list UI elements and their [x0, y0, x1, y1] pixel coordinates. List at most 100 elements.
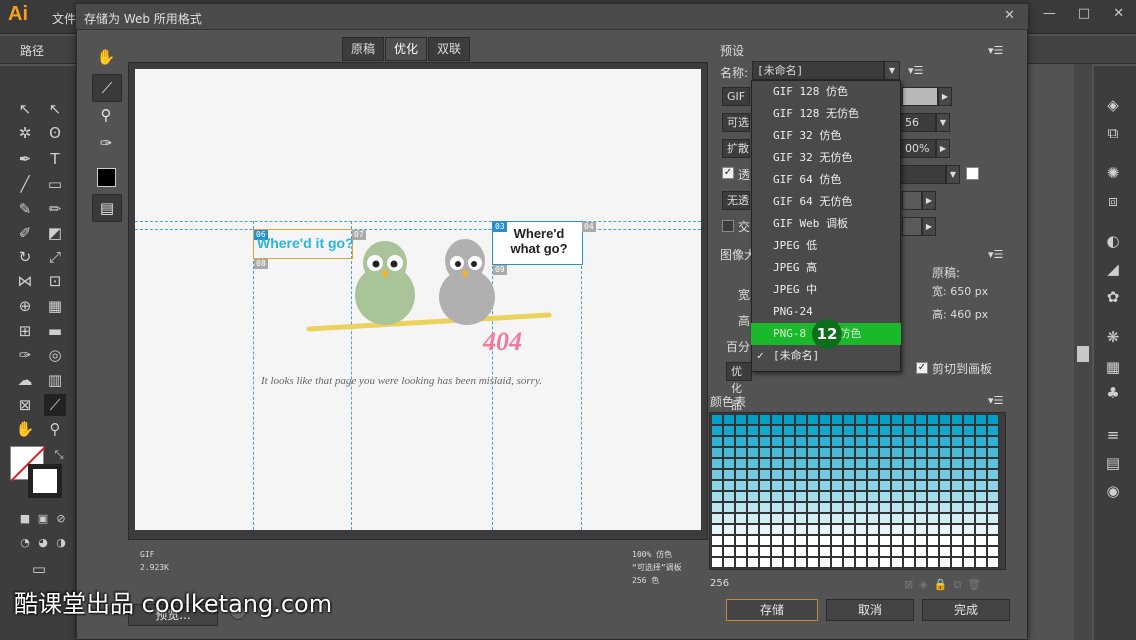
color-swatch[interactable]	[831, 436, 843, 447]
color-swatch[interactable]	[843, 535, 855, 546]
color-swatch[interactable]	[795, 513, 807, 524]
eyedropper-tool-icon[interactable]: ✑	[14, 344, 36, 366]
color-swatch[interactable]	[831, 535, 843, 546]
appearance-panel-icon[interactable]: ✺	[1102, 162, 1124, 184]
preset-option-0[interactable]: GIF 128 仿色	[751, 81, 901, 103]
color-swatch[interactable]	[975, 502, 987, 513]
stroke-swatch[interactable]	[28, 464, 62, 498]
color-swatch[interactable]	[867, 491, 879, 502]
color-swatch[interactable]	[879, 557, 891, 568]
color-swatch[interactable]	[975, 480, 987, 491]
color-swatch[interactable]	[987, 546, 999, 557]
color-swatch[interactable]	[759, 480, 771, 491]
color-swatch[interactable]	[939, 557, 951, 568]
colors-field[interactable]: 56	[900, 113, 936, 132]
color-swatch[interactable]	[891, 425, 903, 436]
color-swatch[interactable]	[807, 557, 819, 568]
color-swatch[interactable]	[951, 535, 963, 546]
color-swatch[interactable]	[879, 480, 891, 491]
color-swatch[interactable]	[759, 535, 771, 546]
zoom-tool-icon[interactable]: ⚲	[92, 102, 120, 128]
color-swatch[interactable]	[711, 502, 723, 513]
color-swatch[interactable]	[975, 436, 987, 447]
color-swatch[interactable]	[855, 414, 867, 425]
color-swatch[interactable]	[747, 546, 759, 557]
color-swatch[interactable]	[747, 480, 759, 491]
color-swatch[interactable]	[795, 480, 807, 491]
color-table-menu-icon[interactable]: ▾☰	[988, 394, 1003, 407]
color-swatch[interactable]	[915, 458, 927, 469]
color-swatch[interactable]	[855, 557, 867, 568]
color-swatch[interactable]	[819, 425, 831, 436]
color-swatch[interactable]	[879, 458, 891, 469]
color-swatch[interactable]	[987, 535, 999, 546]
color-swatch[interactable]	[831, 513, 843, 524]
color-swatch[interactable]	[939, 546, 951, 557]
color-swatch[interactable]	[963, 524, 975, 535]
color-swatch[interactable]	[759, 414, 771, 425]
color-swatch[interactable]	[711, 414, 723, 425]
blend-tool-icon[interactable]: ◎	[44, 344, 66, 366]
color-swatch[interactable]	[843, 414, 855, 425]
color-swatch[interactable]	[831, 524, 843, 535]
color-swatch[interactable]	[951, 436, 963, 447]
color-swatch[interactable]	[987, 557, 999, 568]
color-swatch[interactable]	[987, 436, 999, 447]
selection-tool-icon[interactable]: ↖	[14, 98, 36, 120]
color-swatch[interactable]	[963, 502, 975, 513]
color-swatch[interactable]	[723, 414, 735, 425]
color-swatch[interactable]	[723, 502, 735, 513]
screen-mode-icon[interactable]: ▭	[28, 558, 50, 580]
color-swatch[interactable]	[759, 491, 771, 502]
color-swatch[interactable]	[867, 502, 879, 513]
color-swatch[interactable]	[711, 535, 723, 546]
color-swatch[interactable]	[771, 480, 783, 491]
maximize-button[interactable]: □	[1067, 4, 1102, 26]
shape-builder-tool-icon[interactable]: ⊕	[14, 295, 36, 317]
color-swatch[interactable]	[939, 524, 951, 535]
color-swatch[interactable]	[867, 447, 879, 458]
slice-tool-icon[interactable]: ⟋	[44, 394, 66, 416]
color-swatch[interactable]	[987, 469, 999, 480]
preset-option-9[interactable]: JPEG 中	[751, 279, 901, 301]
type-tool-icon[interactable]: T	[44, 148, 66, 170]
color-swatch[interactable]	[723, 458, 735, 469]
color-swatch[interactable]	[747, 447, 759, 458]
color-swatch[interactable]	[903, 436, 915, 447]
color-swatch[interactable]	[963, 557, 975, 568]
color-swatch[interactable]	[903, 469, 915, 480]
color-swatch[interactable]	[819, 557, 831, 568]
color-swatch[interactable]	[783, 469, 795, 480]
color-swatch[interactable]	[771, 491, 783, 502]
color-swatch[interactable]	[927, 469, 939, 480]
rectangle-tool-icon[interactable]: ▭	[44, 173, 66, 195]
color-swatch[interactable]	[759, 557, 771, 568]
color-swatch[interactable]	[783, 535, 795, 546]
color-swatch[interactable]	[915, 524, 927, 535]
color-swatch[interactable]	[807, 491, 819, 502]
color-swatch[interactable]	[951, 447, 963, 458]
preset-option-1[interactable]: GIF 128 无仿色	[751, 103, 901, 125]
eraser-tool-icon[interactable]: ◩	[44, 222, 66, 244]
brushes-panel-icon[interactable]: ❋	[1102, 326, 1124, 348]
color-swatch[interactable]	[783, 557, 795, 568]
color-swatch[interactable]	[927, 480, 939, 491]
preset-dropdown-arrow-icon[interactable]: ▼	[884, 61, 900, 80]
color-swatch[interactable]	[915, 546, 927, 557]
color-swatch[interactable]	[747, 414, 759, 425]
color-swatch[interactable]	[831, 425, 843, 436]
color-swatch[interactable]	[711, 436, 723, 447]
color-swatch[interactable]	[831, 502, 843, 513]
color-swatch[interactable]	[819, 524, 831, 535]
color-swatch[interactable]	[987, 502, 999, 513]
color-swatch[interactable]	[915, 469, 927, 480]
color-swatch[interactable]	[939, 458, 951, 469]
color-swatch[interactable]	[951, 546, 963, 557]
color-swatch[interactable]	[855, 535, 867, 546]
color-swatch[interactable]	[927, 513, 939, 524]
color-swatch[interactable]	[951, 502, 963, 513]
color-swatch[interactable]	[843, 557, 855, 568]
color-swatch[interactable]	[903, 491, 915, 502]
graph-tool-icon[interactable]: ▥	[44, 369, 66, 391]
color-swatch[interactable]	[735, 513, 747, 524]
